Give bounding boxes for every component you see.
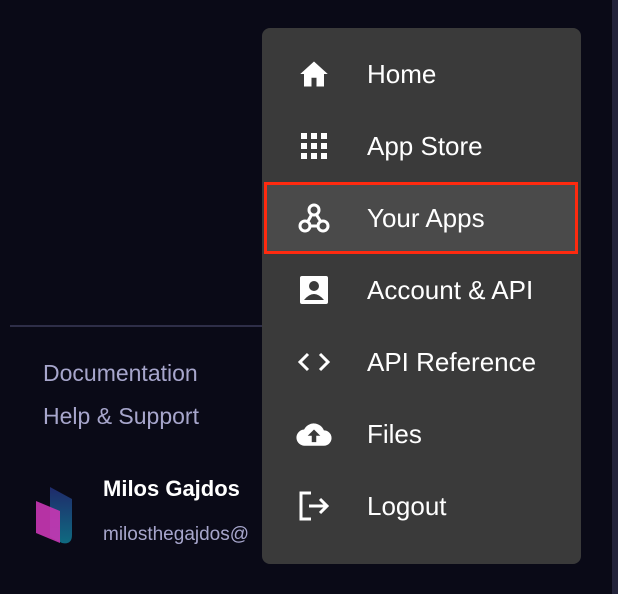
menu-item-api-reference[interactable]: API Reference [262,326,581,398]
menu-item-files[interactable]: Files [262,398,581,470]
menu-item-logout[interactable]: Logout [262,470,581,542]
menu-item-app-store[interactable]: App Store [262,110,581,182]
menu-item-label: Home [367,58,437,89]
account-icon [296,272,332,308]
menu-item-label: Account & API [367,274,534,305]
code-icon [296,344,332,380]
user-email: milosthegajdos@ [103,524,250,545]
documentation-link[interactable]: Documentation [43,360,198,387]
avatar-logo-icon [36,487,72,544]
menu-item-label: App Store [367,130,483,161]
menu-item-label: Your Apps [367,202,485,233]
menu-item-home[interactable]: Home [262,38,581,110]
user-name: Milos Gajdos [103,476,240,501]
grid-icon [296,128,332,164]
cloud-upload-icon [296,416,332,452]
webhook-icon [296,200,332,236]
home-icon [296,56,332,92]
help-support-link[interactable]: Help & Support [43,403,199,430]
menu-item-account-api[interactable]: Account & API [262,254,581,326]
menu-item-your-apps[interactable]: Your Apps [264,182,578,254]
menu-item-label: API Reference [367,346,537,377]
user-dropdown-menu: Home App Store Your Apps Account & API A… [262,28,581,564]
menu-item-label: Logout [367,490,447,521]
sidebar-divider [10,325,262,327]
logout-icon [296,488,332,524]
menu-item-label: Files [367,418,422,449]
scrollbar[interactable] [612,0,618,594]
